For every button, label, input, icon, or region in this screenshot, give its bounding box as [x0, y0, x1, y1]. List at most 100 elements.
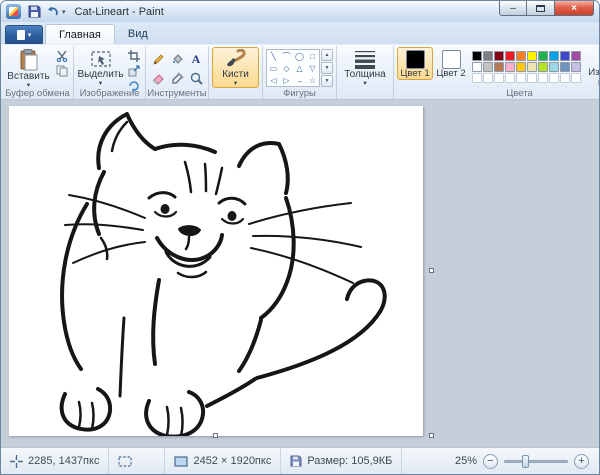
select-button[interactable]: Выделить ▾ — [77, 47, 124, 88]
paint-window: ▾ Cat-Lineart - Paint – × ▾ Главная Вид — [0, 0, 600, 475]
zoom-out-button[interactable]: − — [483, 454, 498, 469]
group-size: Толщина ▾ — [337, 46, 394, 99]
tab-home[interactable]: Главная — [45, 24, 115, 44]
palette-color[interactable] — [538, 51, 548, 61]
undo-button[interactable] — [43, 3, 61, 20]
minimize-button[interactable]: – — [499, 1, 527, 16]
palette-empty-slot[interactable] — [516, 73, 526, 83]
text-tool-button[interactable]: A — [187, 50, 205, 68]
shape-item[interactable]: □ — [306, 50, 319, 62]
size-button[interactable]: Толщина ▾ — [340, 47, 390, 88]
magnifier-tool-button[interactable] — [187, 69, 205, 87]
shape-item[interactable]: ◯ — [293, 50, 306, 62]
eraser-tool-button[interactable] — [149, 69, 167, 87]
palette-color[interactable] — [549, 62, 559, 72]
copy-button[interactable] — [53, 64, 70, 78]
paint-app-icon[interactable] — [6, 4, 21, 19]
palette-empty-slot[interactable] — [472, 73, 482, 83]
palette-color[interactable] — [472, 51, 482, 61]
palette-color[interactable] — [571, 62, 581, 72]
palette-color[interactable] — [560, 51, 570, 61]
palette-empty-slot[interactable] — [560, 73, 570, 83]
palette-color[interactable] — [472, 62, 482, 72]
save-button[interactable] — [25, 3, 43, 20]
color1-button[interactable]: Цвет 1 — [397, 47, 433, 80]
cut-button[interactable] — [53, 49, 70, 63]
color1-swatch — [406, 50, 425, 69]
palette-color[interactable] — [516, 51, 526, 61]
fill-tool-button[interactable] — [168, 50, 186, 68]
paste-button[interactable]: Вставить ▾ — [5, 47, 52, 90]
eyedropper-icon — [171, 72, 184, 85]
shape-item[interactable]: ╲ — [267, 50, 280, 62]
palette-color[interactable] — [494, 62, 504, 72]
zoom-in-button[interactable]: + — [574, 454, 589, 469]
status-bar: 2285, 1437пкс 2452 × 1920пкс Размер: 105… — [1, 447, 599, 474]
shape-item[interactable]: ▽ — [306, 62, 319, 74]
palette-empty-slot[interactable] — [538, 73, 548, 83]
shape-item[interactable]: ▷ — [280, 74, 293, 86]
save-icon — [28, 5, 41, 18]
drawing-canvas[interactable] — [9, 106, 423, 436]
palette-empty-slot[interactable] — [527, 73, 537, 83]
brushes-caret-icon: ▾ — [234, 80, 237, 87]
shape-item[interactable]: ☆ — [306, 74, 319, 86]
palette-empty-slot[interactable] — [549, 73, 559, 83]
file-size-value: Размер: 105,9КБ — [307, 455, 392, 467]
zoom-slider[interactable] — [504, 454, 568, 469]
title-bar: ▾ Cat-Lineart - Paint – × — [1, 1, 599, 22]
palette-empty-slot[interactable] — [505, 73, 515, 83]
canvas-resize-handle-corner[interactable] — [429, 433, 434, 438]
color-picker-tool-button[interactable] — [168, 69, 186, 87]
palette-color[interactable] — [571, 51, 581, 61]
canvas-resize-handle-right[interactable] — [429, 268, 434, 273]
palette-color[interactable] — [527, 62, 537, 72]
color2-button[interactable]: Цвет 2 — [433, 47, 469, 80]
palette-empty-slot[interactable] — [483, 73, 493, 83]
pencil-tool-button[interactable] — [149, 50, 167, 68]
cat-lineart-drawing — [9, 106, 423, 436]
palette-color[interactable] — [505, 62, 515, 72]
shape-item[interactable]: → — [293, 74, 306, 86]
select-icon — [90, 49, 112, 69]
palette-color[interactable] — [527, 51, 537, 61]
resize-button[interactable] — [125, 64, 142, 78]
tools-grid: A — [149, 47, 205, 87]
shape-item[interactable]: ◁ — [267, 74, 280, 86]
palette-color[interactable] — [483, 51, 493, 61]
edit-colors-button[interactable]: Изменение цветов — [584, 47, 600, 89]
palette-empty-slot[interactable] — [494, 73, 504, 83]
color2-label: Цвет 2 — [436, 69, 465, 79]
palette-color[interactable] — [538, 62, 548, 72]
shape-item[interactable]: ⌒ — [280, 50, 293, 62]
cursor-position-section: 2285, 1437пкс — [1, 448, 109, 474]
magnifier-icon — [190, 72, 203, 85]
shape-item[interactable]: ▭ — [267, 62, 280, 74]
shapes-scroll-up-button[interactable]: ▲ — [321, 49, 333, 61]
palette-color[interactable] — [560, 62, 570, 72]
select-label: Выделить — [77, 69, 123, 80]
zoom-slider-thumb[interactable] — [522, 455, 529, 468]
palette-color[interactable] — [494, 51, 504, 61]
canvas-resize-handle-bottom[interactable] — [213, 433, 218, 438]
zoom-controls: 25% − + — [445, 454, 599, 469]
crop-button[interactable] — [125, 49, 142, 63]
window-title: Cat-Lineart - Paint — [75, 6, 164, 18]
quick-access-dropdown[interactable]: ▾ — [61, 8, 69, 16]
shape-item[interactable]: △ — [293, 62, 306, 74]
palette-color[interactable] — [549, 51, 559, 61]
maximize-button[interactable] — [527, 1, 554, 16]
palette-color[interactable] — [516, 62, 526, 72]
palette-color[interactable] — [505, 51, 515, 61]
shapes-scroll-down-button[interactable]: ▼ — [321, 62, 333, 74]
shapes-gallery-expand-button[interactable]: ▼ — [321, 75, 333, 87]
palette-empty-slot[interactable] — [571, 73, 581, 83]
file-menu-button[interactable]: ▾ — [5, 25, 43, 44]
group-colors: Цвет 1 Цвет 2 Изменение цветов Цвета — [394, 46, 600, 99]
image-small-buttons — [125, 47, 142, 93]
shape-item[interactable]: ◇ — [280, 62, 293, 74]
close-button[interactable]: × — [554, 1, 594, 16]
brushes-button[interactable]: Кисти ▾ — [212, 47, 259, 88]
tab-view[interactable]: Вид — [115, 24, 161, 44]
palette-color[interactable] — [483, 62, 493, 72]
